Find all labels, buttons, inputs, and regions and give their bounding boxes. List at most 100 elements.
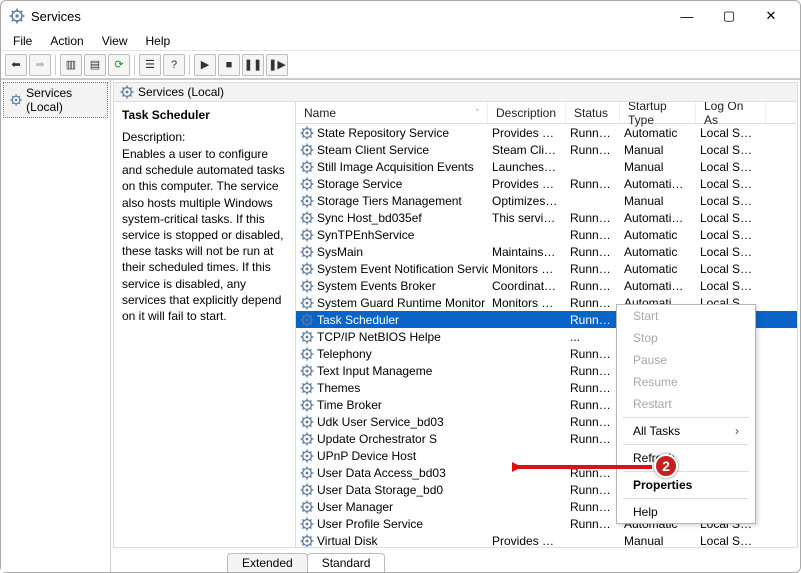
column-description[interactable]: Description <box>488 102 566 123</box>
service-name: Virtual Disk <box>317 534 377 548</box>
properties-button[interactable]: ☰ <box>139 54 161 76</box>
tree-pane: Services (Local) <box>1 80 111 572</box>
service-description: Launches a... <box>488 160 566 174</box>
service-status: Running <box>566 177 620 191</box>
menu-view[interactable]: View <box>94 32 136 50</box>
column-name[interactable]: Nameˆ <box>296 102 488 123</box>
show-hide-tree-button[interactable]: ▥ <box>60 54 82 76</box>
ctx-resume[interactable]: Resume <box>617 371 755 393</box>
service-row[interactable]: Virtual DiskProvides m...ManualLocal Sys… <box>296 532 797 547</box>
gear-icon <box>300 143 314 157</box>
gear-icon <box>300 517 314 531</box>
tabs: Extended Standard <box>111 550 800 572</box>
maximize-button[interactable]: ▢ <box>708 2 750 30</box>
start-service-button[interactable]: ▶ <box>194 54 216 76</box>
gear-icon <box>300 211 314 225</box>
export-list-button[interactable]: ▤ <box>84 54 106 76</box>
context-menu: Start Stop Pause Resume Restart All Task… <box>616 304 756 524</box>
description-pane: Task Scheduler Description: Enables a us… <box>114 102 296 547</box>
service-name: State Repository Service <box>317 126 449 140</box>
service-status: Running <box>566 364 620 378</box>
tab-extended[interactable]: Extended <box>227 553 308 572</box>
sort-indicator-icon: ˆ <box>476 108 479 118</box>
menu-action[interactable]: Action <box>42 32 91 50</box>
gear-icon <box>120 85 134 99</box>
service-logon: Local Syste... <box>696 211 766 225</box>
service-logon: Local Syste... <box>696 534 766 548</box>
service-name: Storage Tiers Management <box>317 194 462 208</box>
ctx-all-tasks[interactable]: All Tasks <box>617 420 755 442</box>
service-row[interactable]: SysMainMaintains a...RunningAutomaticLoc… <box>296 243 797 260</box>
gear-icon <box>300 245 314 259</box>
service-status: Running <box>566 245 620 259</box>
forward-button[interactable]: ➡ <box>29 54 51 76</box>
gear-icon <box>300 398 314 412</box>
selected-service-name: Task Scheduler <box>122 108 287 122</box>
service-row[interactable]: SynTPEnhServiceRunningAutomaticLocal Sys… <box>296 226 797 243</box>
service-row[interactable]: System Events BrokerCoordinates...Runnin… <box>296 277 797 294</box>
service-logon: Local Syste... <box>696 160 766 174</box>
service-name: Time Broker <box>317 398 382 412</box>
service-description: Provides re... <box>488 126 566 140</box>
pause-service-button[interactable]: ❚❚ <box>242 54 264 76</box>
gear-icon <box>300 279 314 293</box>
refresh-button[interactable]: ⟳ <box>108 54 130 76</box>
minimize-button[interactable]: — <box>666 2 708 30</box>
service-row[interactable]: Still Image Acquisition Events Launches a… <box>296 158 797 175</box>
service-row[interactable]: Sync Host_bd035efThis service ...Running… <box>296 209 797 226</box>
menu-help[interactable]: Help <box>138 32 179 50</box>
help-button[interactable]: ? <box>163 54 185 76</box>
service-row[interactable]: System Event Notification ServiceMonitor… <box>296 260 797 277</box>
ctx-restart[interactable]: Restart <box>617 393 755 415</box>
service-row[interactable]: State Repository Service Provides re...Ru… <box>296 124 797 141</box>
service-name: SysMain <box>317 245 363 259</box>
menu-file[interactable]: File <box>5 32 40 50</box>
service-description: Provides m... <box>488 534 566 548</box>
service-name: System Events Broker <box>317 279 436 293</box>
service-name: SynTPEnhService <box>317 228 414 242</box>
app-icon <box>9 8 25 24</box>
ctx-start[interactable]: Start <box>617 305 755 327</box>
service-logon: Local Syste... <box>696 177 766 191</box>
gear-icon <box>300 228 314 242</box>
tab-standard[interactable]: Standard <box>307 553 386 572</box>
annotation-2: 2 <box>654 454 678 478</box>
toolbar: ⬅ ➡ ▥ ▤ ⟳ ☰ ? ▶ ■ ❚❚ ❚▶ <box>1 51 800 79</box>
service-name: Task Scheduler <box>317 313 399 327</box>
service-status: Running <box>566 500 620 514</box>
ctx-stop[interactable]: Stop <box>617 327 755 349</box>
restart-service-button[interactable]: ❚▶ <box>266 54 288 76</box>
service-row[interactable]: Storage Tiers ManagementOptimizes t...Ma… <box>296 192 797 209</box>
column-logon[interactable]: Log On As <box>696 102 766 123</box>
service-status: Running <box>566 296 620 310</box>
service-description: Optimizes t... <box>488 194 566 208</box>
service-logon: Local Syste... <box>696 126 766 140</box>
service-status: Running <box>566 126 620 140</box>
service-logon: Local Syste... <box>696 262 766 276</box>
ctx-help[interactable]: Help <box>617 501 755 523</box>
close-button[interactable]: ✕ <box>750 2 792 30</box>
service-startup-type: Automatic (... <box>620 211 696 225</box>
gear-icon <box>300 126 314 140</box>
service-startup-type: Automatic <box>620 245 696 259</box>
service-description: Provides en... <box>488 177 566 191</box>
service-name: Still Image Acquisition Events <box>317 160 474 174</box>
column-status[interactable]: Status <box>566 102 620 123</box>
gear-icon <box>300 415 314 429</box>
service-status: Running <box>566 432 620 446</box>
tree-item-services-local[interactable]: Services (Local) <box>3 82 108 118</box>
stop-service-button[interactable]: ■ <box>218 54 240 76</box>
service-name: User Data Access_bd03 <box>317 466 446 480</box>
ctx-pause[interactable]: Pause <box>617 349 755 371</box>
service-row[interactable]: Steam Client ServiceSteam Clien...Runnin… <box>296 141 797 158</box>
annotation-arrow-1 <box>296 295 298 355</box>
back-button[interactable]: ⬅ <box>5 54 27 76</box>
ctx-properties[interactable]: Properties <box>617 474 755 496</box>
column-startup-type[interactable]: Startup Type <box>620 102 696 123</box>
menubar: File Action View Help <box>1 31 800 51</box>
service-name: Udk User Service_bd03 <box>317 415 444 429</box>
gear-icon <box>300 483 314 497</box>
service-row[interactable]: Storage ServiceProvides en...RunningAuto… <box>296 175 797 192</box>
service-name: User Data Storage_bd0 <box>317 483 443 497</box>
service-startup-type: Automatic <box>620 126 696 140</box>
